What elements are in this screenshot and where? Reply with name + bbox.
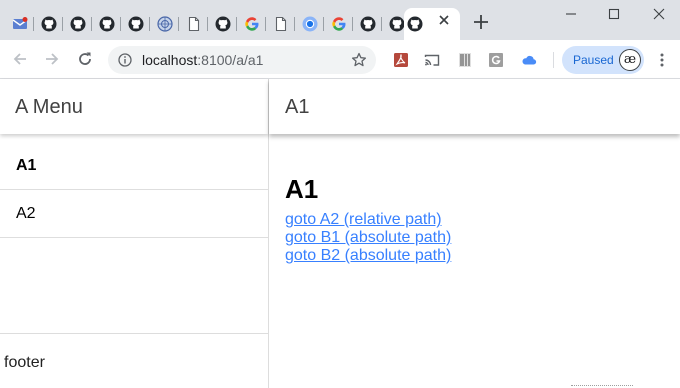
back-icon[interactable] [11,50,29,68]
toolbar-separator [553,52,554,68]
reload-icon[interactable] [76,50,94,68]
side-menu: A Menu A1 A2 footer [0,79,269,388]
github-icon [70,16,86,32]
profile-status-label: Paused [573,53,614,67]
page-title: A1 [285,96,310,118]
tab-close-icon[interactable] [436,12,452,28]
avatar: æ [619,49,641,71]
tab[interactable] [208,8,237,40]
main-content: A1 A1 goto A2 (relative path) goto B1 (a… [269,79,680,388]
pdf-extension-icon[interactable] [393,52,409,68]
more-menu-icon[interactable] [654,52,670,68]
url-text[interactable]: localhost:8100/a/a1 [142,53,263,68]
menu-item-label: A1 [16,157,37,174]
github-icon [41,16,57,32]
mail-icon [12,17,28,29]
menu-footer: footer [0,333,268,388]
tab[interactable] [92,8,121,40]
window-close-icon[interactable] [651,6,667,22]
google-icon [245,17,259,31]
link-goto-b2[interactable]: goto B2 (absolute path) [285,247,451,265]
menu-item-a2[interactable]: A2 [0,190,268,238]
bookmark-star-icon[interactable] [351,52,367,68]
minimize-icon[interactable] [563,6,579,22]
address-bar[interactable]: localhost:8100/a/a1 [108,46,376,74]
menu-item-label: A2 [16,205,36,222]
barcode-extension-icon[interactable] [457,52,473,68]
tab[interactable] [295,8,324,40]
cast-icon[interactable] [424,52,440,68]
tab[interactable] [324,8,353,40]
github-icon [215,16,231,32]
tab[interactable] [237,8,266,40]
github-icon [128,16,144,32]
tab[interactable] [353,8,382,40]
tab-strip [0,0,680,40]
tab[interactable] [150,8,179,40]
link-list: goto A2 (relative path) goto B1 (absolut… [285,211,451,265]
new-tab-button[interactable] [472,13,490,31]
link-goto-a2[interactable]: goto A2 (relative path) [285,211,451,229]
tab[interactable] [5,8,34,40]
page-header: A1 [269,79,680,134]
menu-header: A Menu [0,79,268,134]
github-icon [99,16,115,32]
profile-button[interactable]: Paused æ [562,46,644,74]
url-host: localhost [142,52,198,68]
footer-label: footer [4,354,45,371]
plus-icon [474,15,488,29]
maximize-icon[interactable] [606,6,622,22]
g-extension-icon[interactable] [488,52,504,68]
menu-title: A Menu [15,96,83,118]
url-path: :8100/a/a1 [197,52,264,68]
dotted-divider [571,385,633,386]
tab[interactable] [121,8,150,40]
link-goto-b1[interactable]: goto B1 (absolute path) [285,229,451,247]
github-icon [360,16,376,32]
github-icon [407,16,423,32]
tab[interactable] [63,8,92,40]
browser-toolbar: localhost:8100/a/a1 Paused æ [0,40,680,79]
tab[interactable] [266,8,295,40]
menu-item-a1[interactable]: A1 [0,142,268,190]
globe-seal-icon [157,16,173,32]
cloud-icon[interactable] [521,52,537,68]
document-icon [188,16,200,32]
content-heading: A1 [285,174,319,204]
info-icon[interactable] [118,53,132,67]
document-icon [275,16,287,32]
tab[interactable] [34,8,63,40]
chromium-icon [302,16,318,32]
google-icon [332,17,346,31]
forward-icon[interactable] [43,50,61,68]
github-icon [389,16,405,32]
tab[interactable] [179,8,208,40]
